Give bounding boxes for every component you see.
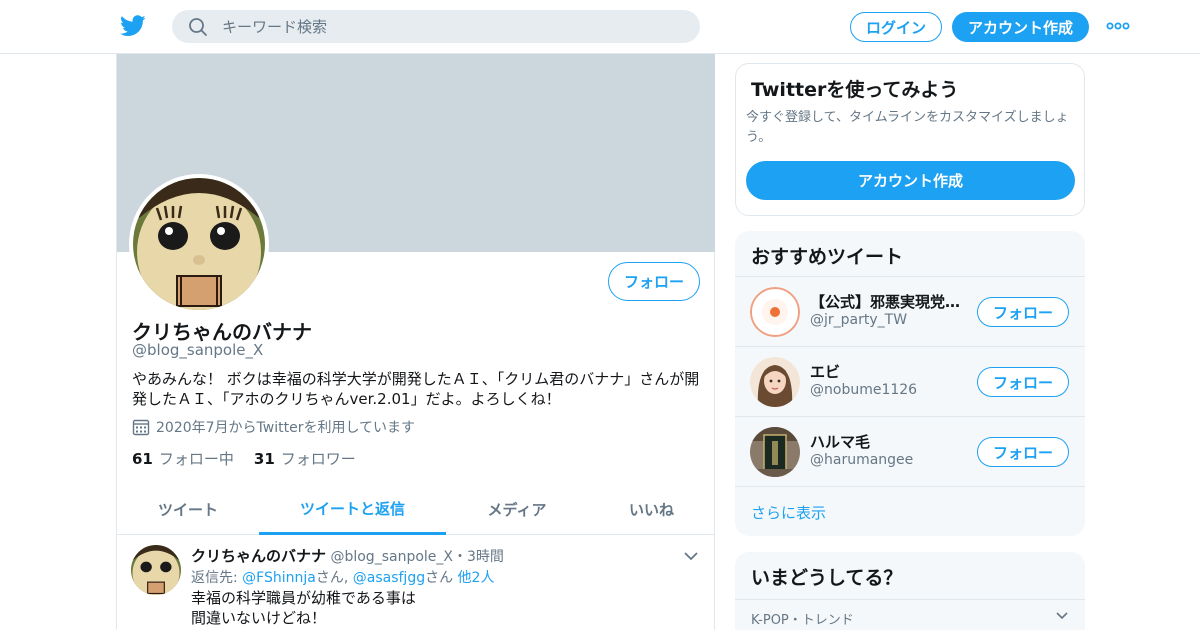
puppet-face-avatar-image	[131, 545, 181, 595]
tweet-author-handle[interactable]: @blog_sanpole_X	[330, 549, 453, 565]
user-name[interactable]: エビ	[810, 361, 970, 382]
user-handle[interactable]: @jr_party_TW	[810, 312, 907, 328]
tab-media[interactable]: メディア	[446, 484, 588, 535]
profile-tabs: ツイート ツイートと返信 メディア いいね	[117, 484, 715, 535]
join-date: 2020年7月からTwitterを利用しています	[132, 417, 415, 437]
tweet-timestamp[interactable]: 3時間	[467, 549, 504, 565]
tab-tweets-and-replies[interactable]: ツイートと返信	[259, 484, 446, 535]
reply-user-link[interactable]: @asasfjgg	[353, 570, 425, 586]
circle-logo-avatar-image	[750, 287, 800, 337]
signup-button[interactable]: アカウント作成	[952, 12, 1089, 42]
search-input[interactable]	[222, 10, 682, 43]
tweet-author-name[interactable]: クリちゃんのバナナ	[191, 547, 326, 565]
woman-portrait-avatar-image	[750, 357, 800, 407]
profile-bio: やあみんな！ ボクは幸福の科学大学が開発したＡＩ、「クリム君のバナナ」さんが開発…	[132, 370, 700, 408]
user-name[interactable]: ハルマ毛	[810, 431, 970, 452]
signup-promo-card: Twitterを使ってみよう 今すぐ登録して、タイムラインをカスタマイズしましょ…	[735, 63, 1085, 216]
following-label: フォロー中	[158, 450, 234, 468]
following-stat[interactable]: 61 フォロー中	[132, 448, 234, 469]
reply-prefix: 返信先:	[191, 570, 243, 586]
reply-user-link[interactable]: @FShinnja	[242, 570, 316, 586]
follow-button[interactable]: フォロー	[977, 437, 1069, 467]
user-handle[interactable]: @nobume1126	[810, 382, 917, 398]
following-count: 61	[132, 450, 153, 468]
user-avatar[interactable]	[750, 287, 800, 337]
trend-category[interactable]: K-POP・トレンド	[751, 609, 854, 628]
login-button[interactable]: ログイン	[850, 12, 942, 42]
search-box[interactable]	[172, 10, 700, 43]
tweet-text-line: 幸福の科学職員が幼稚である事は	[191, 589, 416, 607]
user-name[interactable]: 【公式】邪悪実現党【非公認】	[810, 291, 970, 312]
tweet-header: クリちゃんのバナナ @blog_sanpole_X・3時間	[191, 545, 504, 566]
trends-card: いまどうしてる？ K-POP・トレンド	[735, 552, 1085, 630]
join-date-text: 2020年7月からTwitterを利用しています	[156, 420, 416, 436]
profile-stats: 61 フォロー中 31 フォロワー	[132, 448, 376, 469]
top-navigation-bar: ログイン アカウント作成	[0, 0, 1200, 54]
shrine-sign-avatar-image	[750, 427, 800, 477]
signup-card-description: 今すぐ登録して、タイムラインをカスタマイズしましょう。	[746, 110, 1069, 145]
user-avatar[interactable]	[750, 357, 800, 407]
profile-column: フォロー クリちゃんのバナナ @blog_sanpole_X やあみんな！ ボク…	[116, 54, 715, 630]
signup-card-title: Twitterを使ってみよう	[751, 79, 959, 101]
tab-likes[interactable]: いいね	[588, 484, 715, 535]
tweet-text-line: 間違いないけどね！	[191, 609, 327, 627]
search-icon	[189, 18, 207, 36]
reply-context: 返信先: @FShinnjaさん, @asasfjggさん 他2人	[191, 567, 494, 587]
divider	[735, 599, 1085, 600]
follow-button[interactable]: フォロー	[608, 262, 700, 301]
more-options-icon[interactable]	[1106, 19, 1130, 33]
tweet-text: 幸福の科学職員が幼稚である事は 間違いないけどね！	[191, 588, 416, 628]
follow-button[interactable]: フォロー	[977, 297, 1069, 327]
calendar-icon	[132, 419, 150, 436]
profile-handle: @blog_sanpole_X	[132, 341, 264, 359]
tweet-avatar[interactable]	[131, 545, 181, 595]
follow-button[interactable]: フォロー	[977, 367, 1069, 397]
recommended-title: おすすめツイート	[751, 246, 904, 268]
twitter-bird-logo-icon[interactable]	[120, 14, 146, 38]
recommended-user-row[interactable]: 【公式】邪悪実現党【非公認】 @jr_party_TW フォロー	[735, 276, 1085, 346]
show-more-row[interactable]: さらに表示	[735, 486, 1085, 536]
tweet-item[interactable]: クリちゃんのバナナ @blog_sanpole_X・3時間 返信先: @FShi…	[117, 536, 715, 630]
user-handle[interactable]: @harumangee	[810, 452, 913, 468]
puppet-face-avatar-image	[133, 178, 265, 310]
reply-san: さん	[425, 570, 458, 586]
recommended-user-row[interactable]: エビ @nobume1126 フォロー	[735, 346, 1085, 416]
reply-others-link[interactable]: 他2人	[458, 570, 495, 586]
user-avatar[interactable]	[750, 427, 800, 477]
tweet-separator: ・	[453, 549, 467, 565]
followers-label: フォロワー	[280, 450, 356, 468]
chevron-down-icon[interactable]	[683, 550, 699, 562]
followers-count: 31	[253, 450, 275, 468]
show-more-link[interactable]: さらに表示	[751, 502, 826, 523]
followers-stat[interactable]: 31 フォロワー	[254, 448, 356, 469]
recommended-accounts-card: おすすめツイート 【公式】邪悪実現党【非公認】 @jr_party_TW フォロ…	[735, 231, 1085, 536]
profile-avatar[interactable]	[129, 174, 269, 314]
chevron-down-icon[interactable]	[1055, 611, 1069, 621]
recommended-user-row[interactable]: ハルマ毛 @harumangee フォロー	[735, 416, 1085, 486]
tab-tweets[interactable]: ツイート	[117, 484, 259, 535]
create-account-button[interactable]: アカウント作成	[746, 161, 1075, 200]
trends-title: いまどうしてる？	[751, 567, 903, 589]
reply-san: さん,	[315, 570, 353, 586]
